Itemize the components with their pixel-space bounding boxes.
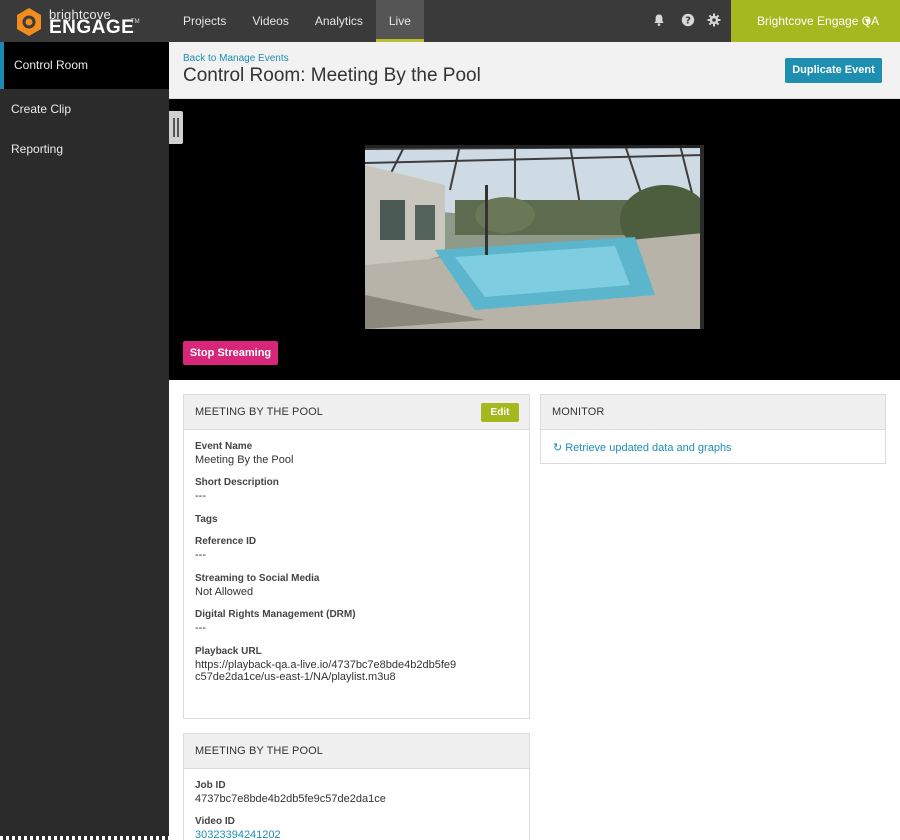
account-label: Brightcove Engage QA [757,14,880,28]
main-nav: Projects Videos Analytics Live [170,0,424,42]
field-value: Not Allowed [195,586,254,598]
field-value: Meeting By the Pool [195,454,294,466]
field-label: Short Description [195,477,279,488]
svg-text:?: ? [685,16,691,27]
nav-analytics[interactable]: Analytics [302,0,376,42]
nav-videos[interactable]: Videos [239,0,301,42]
sidebar-item-control-room[interactable]: Control Room [0,42,169,89]
bell-icon[interactable] [652,13,666,27]
back-to-manage-events-link[interactable]: Back to Manage Events [183,53,289,64]
resize-handle[interactable] [169,111,183,144]
edit-button[interactable]: Edit [481,403,519,422]
field-video-id: Video ID 30323394241202 [195,816,495,840]
field-value: --- [195,549,206,561]
stop-streaming-button[interactable]: Stop Streaming [183,341,278,365]
field-drm: Digital Rights Management (DRM) --- [195,609,495,634]
sidebar: Control Room Create Clip Reporting [0,42,169,840]
field-label: Streaming to Social Media [195,573,320,584]
field-reference-id: Reference ID --- [195,536,495,561]
duplicate-event-button[interactable]: Duplicate Event [785,58,882,83]
monitor-panel: MONITOR ↻ Retrieve updated data and graph… [540,394,886,464]
sidebar-bottom-edge [0,836,169,840]
video-id-link[interactable]: 30323394241202 [195,829,495,840]
field-label: Playback URL [195,646,262,657]
refresh-icon: ↻ [553,442,563,454]
logo-trademark: TM [131,19,140,25]
field-event-name: Event Name Meeting By the Pool [195,441,495,466]
field-value: --- [195,490,206,502]
video-player-area: Stop Streaming [169,99,900,380]
page-title: Control Room: Meeting By the Pool [183,65,481,86]
field-label: Tags [195,514,218,525]
field-label: Video ID [195,816,235,827]
grip-line [177,118,179,137]
field-value: --- [195,622,206,634]
gear-icon[interactable] [707,13,721,27]
monitor-title: MONITOR [552,406,605,418]
page-header: Back to Manage Events Control Room: Meet… [169,42,900,99]
field-label: Job ID [195,780,226,791]
logo-product-text: ENGAGE [49,17,135,38]
field-label: Reference ID [195,536,257,547]
live-video-preview[interactable] [365,145,704,329]
retrieve-data-label: Retrieve updated data and graphs [565,442,732,454]
field-playback-url: Playback URL https://playback-qa.a-live.… [195,646,457,683]
brightcove-engage-logo[interactable]: brightcove ENGAGE TM [14,6,140,38]
sidebar-item-create-clip[interactable]: Create Clip [0,102,169,116]
help-icon[interactable]: ? [681,13,695,27]
field-short-description: Short Description --- [195,477,495,502]
field-label: Event Name [195,441,253,452]
nav-projects[interactable]: Projects [170,0,239,42]
job-info-title: MEETING BY THE POOL [195,745,324,757]
field-label: Digital Rights Management (DRM) [195,609,356,620]
field-value: 4737bc7e8bde4b2db5fe9c57de2da1ce [195,793,386,805]
event-details-header: MEETING BY THE POOL Edit [184,395,529,430]
logo-icon [17,8,41,36]
nav-live[interactable]: Live [375,0,424,42]
event-details-panel: MEETING BY THE POOL Edit Event Name Meet… [183,394,530,719]
retrieve-data-link[interactable]: ↻ Retrieve updated data and graphs [553,441,732,454]
sidebar-item-reporting[interactable]: Reporting [0,142,169,156]
grip-line [173,118,175,137]
event-details-title: MEETING BY THE POOL [195,406,324,418]
playback-url-value: https://playback-qa.a-live.io/4737bc7e8b… [195,659,457,683]
field-job-id: Job ID 4737bc7e8bde4b2db5fe9c57de2da1ce [195,780,495,805]
chevron-down-icon: ▼ [863,16,872,26]
field-tags: Tags [195,514,495,527]
job-info-panel: MEETING BY THE POOL Job ID 4737bc7e8bde4… [183,733,530,840]
account-menu[interactable]: Brightcove Engage QA ▼ [731,0,900,42]
top-navigation-bar: brightcove ENGAGE TM Projects Videos Ana… [0,0,900,42]
field-streaming-social: Streaming to Social Media Not Allowed [195,573,495,598]
job-info-header: MEETING BY THE POOL [184,734,529,769]
monitor-header: MONITOR [541,395,885,430]
